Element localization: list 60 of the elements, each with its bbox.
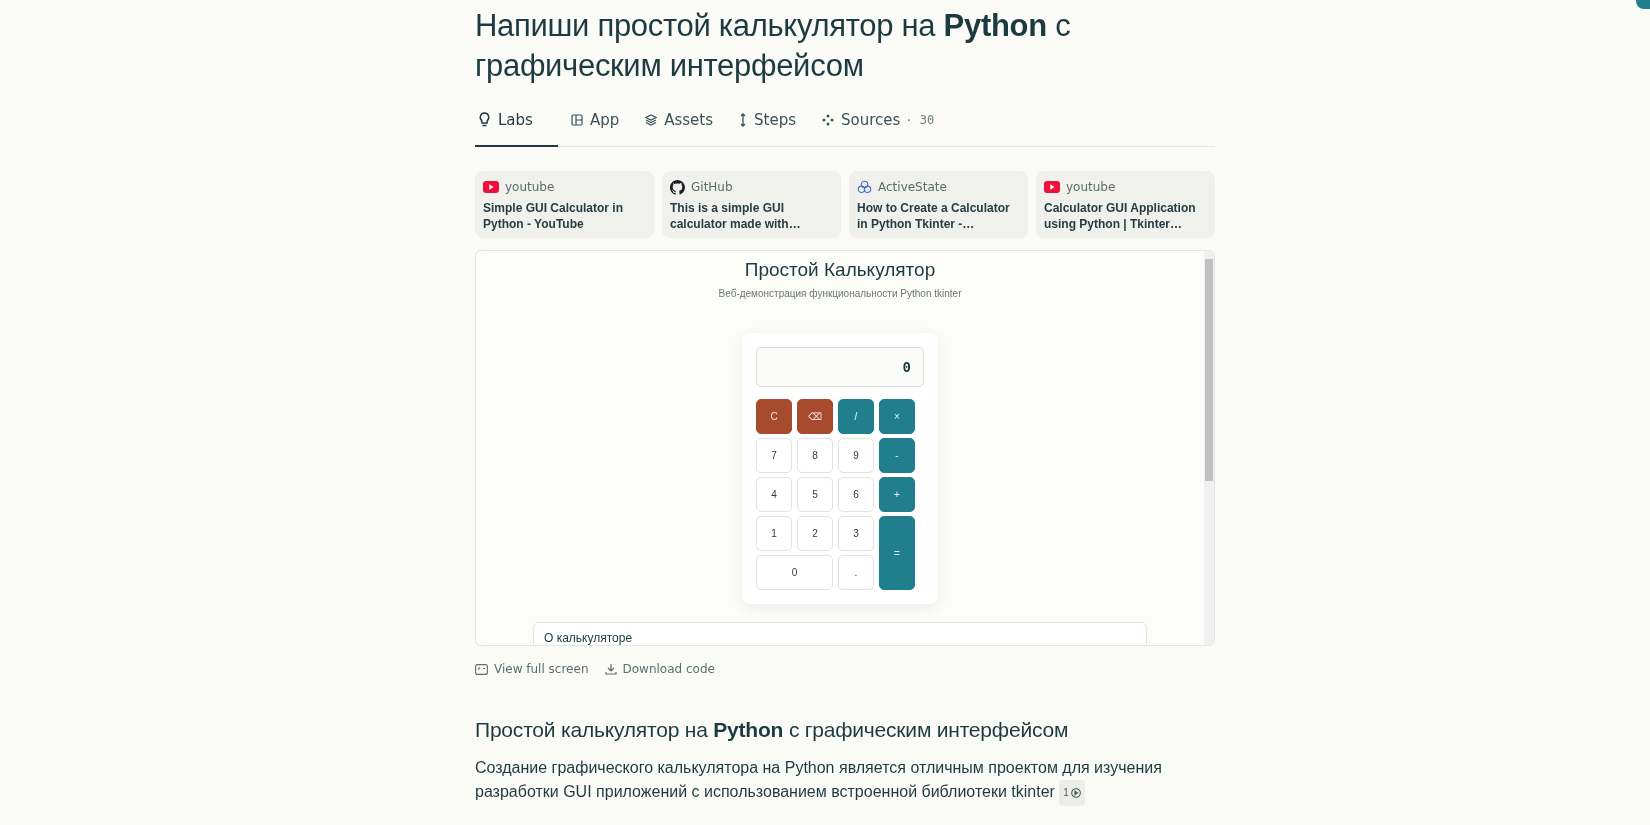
calculator-key[interactable]: ⌫ (797, 399, 833, 434)
source-site: GitHub (691, 180, 733, 194)
calculator-key[interactable]: 1 (756, 516, 792, 551)
source-title: Simple GUI Calculator in Python - YouTube (483, 200, 625, 232)
play-logo-icon (483, 181, 499, 193)
calculator-key[interactable]: - (879, 438, 915, 473)
tab[interactable]: Labs (475, 100, 558, 147)
calculator-key[interactable]: / (838, 399, 874, 434)
calculator-key[interactable]: 7 (756, 438, 792, 473)
calculator-key[interactable]: 5 (797, 477, 833, 512)
calculator-display: 0 (756, 347, 924, 387)
layout-icon (570, 113, 583, 126)
preview-title: Простой Калькулятор (743, 259, 937, 281)
lightbulb-icon (478, 112, 491, 127)
tab[interactable]: Steps (736, 100, 809, 147)
citation-badge[interactable]: 1 (1059, 780, 1085, 806)
calculator-key[interactable]: 4 (756, 477, 792, 512)
tab[interactable]: App (567, 100, 633, 147)
calculator-key[interactable]: 0 (756, 555, 833, 590)
corner-tab[interactable] (1636, 0, 1650, 9)
source-title: How to Create a Calculator in Python Tkinter -… (857, 200, 1011, 232)
calculator-key[interactable]: = (879, 516, 915, 590)
source-card[interactable]: youtube Calculator GUI Application using Python | Tkinter… (1036, 171, 1215, 238)
preview-subtitle: Веб-демонстрация функциональности Python tkinter (717, 288, 963, 299)
article-heading: Простой калькулятор на Python с графическим интерфейсом (475, 718, 1070, 742)
calculator-key[interactable]: 6 (838, 477, 874, 512)
download-code-button[interactable]: Download code (604, 662, 715, 676)
source-site: ActiveState (878, 180, 947, 194)
article-paragraph: Создание графического калькулятора на Python является отличным проектом для изучения разработки GUI приложений с использованием встроенной библиотеки tkinter 1 (475, 756, 1215, 806)
tab[interactable]: Sources · 30 (819, 100, 948, 147)
calculator-key[interactable]: 3 (838, 516, 874, 551)
knot-logo-icon (857, 180, 872, 194)
calculator-key[interactable]: 8 (797, 438, 833, 473)
play-logo-icon (1044, 181, 1060, 193)
page-title: Напиши простой калькулятор на Python с графическим интерфейсом (475, 7, 1072, 85)
about-title: О калькуляторе (544, 631, 633, 645)
calculator-key[interactable]: 9 (838, 438, 874, 473)
tab[interactable]: Assets (642, 100, 727, 147)
calculator-key[interactable]: C (756, 399, 792, 434)
vertical-arrow-icon (739, 112, 748, 127)
calculator-key[interactable]: 2 (797, 516, 833, 551)
play-circle-icon (1070, 788, 1081, 798)
calculator-key[interactable]: + (879, 477, 915, 512)
cat-logo-icon (670, 179, 685, 195)
source-site: youtube (505, 180, 555, 194)
source-title: Calculator GUI Application using Python | Tkinter… (1044, 200, 1197, 232)
calculator-key[interactable]: × (879, 399, 915, 434)
calculator-key[interactable]: . (838, 555, 874, 590)
layers-icon (645, 113, 658, 126)
source-card[interactable]: ActiveState How to Create a Calculator in Python Tkinter -… (849, 171, 1028, 238)
dots-icon (822, 113, 834, 126)
download-icon (604, 663, 617, 675)
view-full-screen-button[interactable]: View full screen (475, 662, 589, 676)
screen-icon (475, 663, 488, 675)
source-card[interactable]: youtube Simple GUI Calculator in Python - YouTube (475, 171, 654, 238)
source-site: youtube (1066, 180, 1116, 194)
source-count: · 30 (905, 112, 935, 127)
scrollbar[interactable] (1204, 251, 1214, 645)
source-card[interactable]: GitHub This is a simple GUI calculator made with… (662, 171, 841, 238)
source-title: This is a simple GUI calculator made with… (670, 200, 802, 232)
